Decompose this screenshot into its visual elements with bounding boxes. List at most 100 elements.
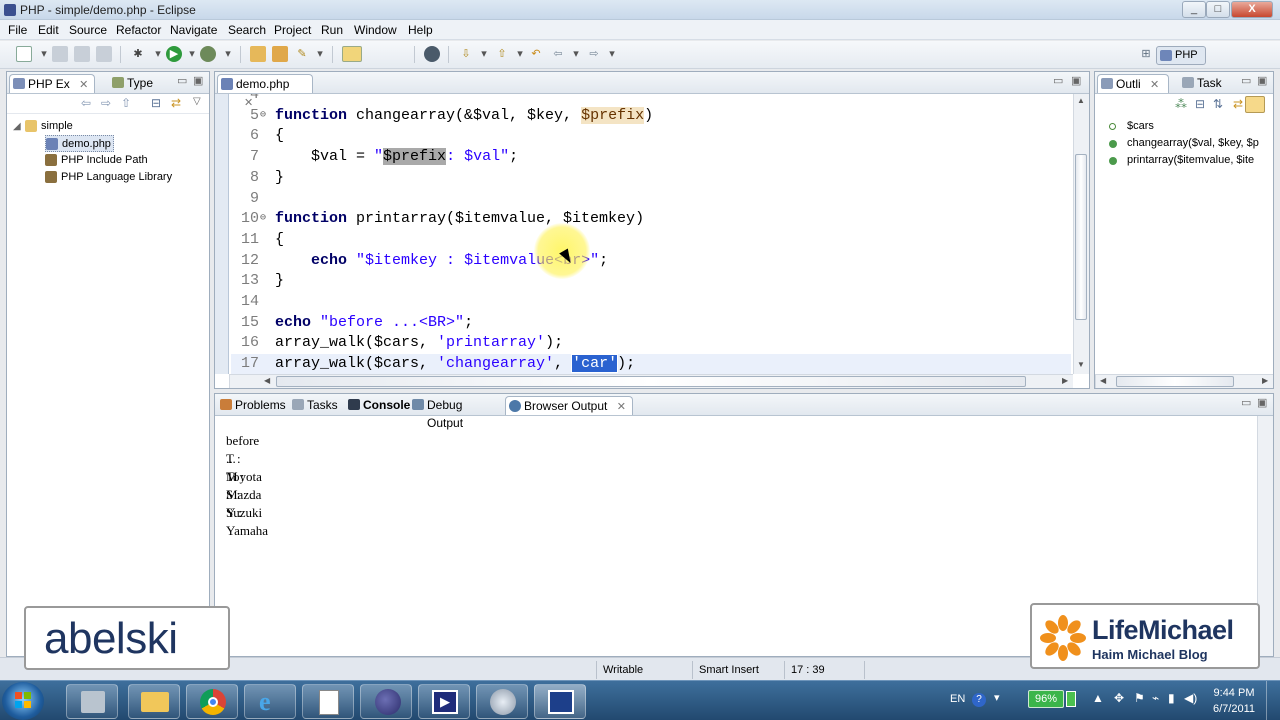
link-with-editor-icon[interactable]: ⇄ xyxy=(171,96,181,110)
language-indicator[interactable]: EN xyxy=(950,693,965,705)
maximize-view-icon[interactable]: ▣ xyxy=(1257,74,1267,87)
menu-source[interactable]: Source xyxy=(69,23,107,37)
show-desktop-button[interactable] xyxy=(1266,681,1280,720)
close-tab-icon[interactable]: ✕ xyxy=(79,79,88,91)
taskbar-eclipse-button[interactable] xyxy=(360,684,412,719)
menu-search[interactable]: Search xyxy=(228,23,266,37)
close-tab-icon[interactable]: ✕ xyxy=(1150,79,1159,91)
outline-item-cars[interactable]: $cars xyxy=(1109,118,1154,135)
new-class-icon[interactable]: ✎ xyxy=(294,46,310,62)
taskbar-media-button[interactable]: ▶ xyxy=(418,684,470,719)
back-icon[interactable]: ⇦ xyxy=(550,46,566,62)
tab-debug-output[interactable]: Debug Output xyxy=(409,396,503,430)
code-line[interactable]: 17 array_walk($cars, 'changearray', 'car'… xyxy=(231,354,1071,374)
tab-browser-output[interactable]: Browser Output ✕ xyxy=(505,396,633,415)
code-line[interactable]: 10 ⊖ function printarray($itemvalue, $item… xyxy=(231,209,1071,230)
tab-tasks[interactable]: Tasks xyxy=(289,396,343,415)
tab-problems[interactable]: Problems xyxy=(217,396,287,415)
menu-project[interactable]: Project xyxy=(274,23,311,37)
tab-type-hierarchy[interactable]: Type xyxy=(109,74,169,93)
collapse-arrow-icon[interactable]: ◢ xyxy=(13,118,21,135)
open-perspective-icon[interactable]: ⊞ xyxy=(1138,46,1154,62)
maximize-view-icon[interactable]: ▣ xyxy=(1071,74,1081,87)
collapse-all-icon[interactable]: ⊟ xyxy=(1195,97,1205,111)
show-groups-icon[interactable] xyxy=(1245,96,1265,113)
scroll-right-arrow-icon[interactable]: ▶ xyxy=(1062,376,1068,385)
editor-horizontal-scrollbar[interactable]: ◀ ▶ xyxy=(229,374,1073,388)
save-all-icon[interactable] xyxy=(74,46,90,62)
code-line[interactable]: 5 ⊖ function changearray(&$val, $key, $pre… xyxy=(231,106,1071,127)
code-line[interactable]: 14 xyxy=(231,292,1071,313)
minimize-view-icon[interactable]: ▭ xyxy=(1241,74,1251,87)
scroll-thumb[interactable] xyxy=(1116,376,1234,387)
code-line[interactable]: 13} xyxy=(231,271,1071,292)
taskbar-clock-button[interactable] xyxy=(476,684,528,719)
forward-icon[interactable]: ⇨ xyxy=(101,96,111,110)
scroll-down-arrow-icon[interactable]: ▼ xyxy=(1077,360,1085,369)
fold-toggle-icon[interactable]: ⊖ xyxy=(260,209,266,230)
new-icon[interactable] xyxy=(16,46,32,62)
taskbar-folder-button[interactable] xyxy=(128,684,180,719)
tray-arrow-icon[interactable]: ▾ xyxy=(994,691,1000,704)
outline-item-printarray[interactable]: printarray($itemvalue, $ite xyxy=(1109,152,1254,169)
scroll-left-arrow-icon[interactable]: ◀ xyxy=(1100,376,1106,385)
tree-item-include-path[interactable]: PHP Include Path xyxy=(45,152,148,169)
open-folder-icon[interactable] xyxy=(272,46,288,62)
code-line[interactable]: 7 $val = "$prefix: $val"; xyxy=(231,147,1071,168)
scroll-thumb[interactable] xyxy=(1075,154,1087,320)
dropdown-arrow-icon[interactable]: ▾ xyxy=(184,46,200,62)
code-line[interactable]: 11 { xyxy=(231,230,1071,251)
outline-horizontal-scrollbar[interactable]: ◀ ▶ xyxy=(1095,374,1273,388)
external-tools-icon[interactable] xyxy=(200,46,216,62)
tab-console[interactable]: Console xyxy=(345,396,410,415)
taskbar-explorer-button[interactable] xyxy=(66,684,118,719)
open-type-icon[interactable] xyxy=(342,46,362,62)
back-icon[interactable]: ⇦ xyxy=(81,96,91,110)
scroll-left-arrow-icon[interactable]: ◀ xyxy=(264,376,270,385)
help-icon[interactable]: ? xyxy=(972,693,986,707)
up-icon[interactable]: ⇧ xyxy=(121,96,131,110)
print-icon[interactable] xyxy=(96,46,112,62)
code-area[interactable]: 4 5 ⊖ function changearray(&$val, $key, $pr… xyxy=(231,94,1071,374)
hide-fields-icon[interactable]: ⁂ xyxy=(1175,97,1187,111)
volume-icon[interactable]: ◀) xyxy=(1184,691,1197,705)
tree-item-demo-php[interactable]: demo.php xyxy=(45,135,114,152)
maximize-button[interactable]: □ xyxy=(1206,1,1230,18)
battery-icon[interactable] xyxy=(1066,691,1076,707)
dropdown-arrow-icon[interactable]: ▾ xyxy=(150,46,166,62)
taskbar-odf-button[interactable] xyxy=(302,684,354,719)
minimize-button[interactable]: _ xyxy=(1182,1,1206,18)
code-line[interactable]: 8} xyxy=(231,168,1071,189)
action-center-icon[interactable]: ⚑ xyxy=(1134,691,1145,705)
previous-annotation-icon[interactable]: ⇧ xyxy=(494,46,510,62)
network-icon[interactable]: ▮ xyxy=(1168,691,1175,705)
clock-date[interactable]: 6/7/2011 xyxy=(1210,703,1258,715)
taskbar-chrome-button[interactable] xyxy=(186,684,238,719)
php-explorer-icon[interactable] xyxy=(424,46,440,62)
menu-edit[interactable]: Edit xyxy=(38,23,59,37)
power-icon[interactable]: ⌁ xyxy=(1152,691,1159,705)
menu-navigate[interactable]: Navigate xyxy=(170,23,217,37)
debug-icon[interactable]: ✱ xyxy=(130,46,146,62)
scroll-right-arrow-icon[interactable]: ▶ xyxy=(1262,376,1268,385)
new-project-icon[interactable] xyxy=(250,46,266,62)
minimize-view-icon[interactable]: ▭ xyxy=(1053,74,1063,87)
menu-help[interactable]: Help xyxy=(408,23,433,37)
minimize-view-icon[interactable]: ▭ xyxy=(177,74,187,87)
run-icon[interactable]: ▶ xyxy=(166,46,182,62)
menu-run[interactable]: Run xyxy=(321,23,343,37)
scroll-up-arrow-icon[interactable]: ▲ xyxy=(1077,96,1085,105)
forward-icon[interactable]: ⇨ xyxy=(586,46,602,62)
maximize-view-icon[interactable]: ▣ xyxy=(193,74,203,87)
tree-item-project[interactable]: ◢ simple xyxy=(13,118,73,135)
dropdown-arrow-icon[interactable]: ▾ xyxy=(220,46,236,62)
menu-window[interactable]: Window xyxy=(354,23,397,37)
tab-outline[interactable]: Outli ✕ xyxy=(1097,74,1169,93)
tab-php-explorer[interactable]: PHP Ex ✕ xyxy=(9,74,95,93)
dropdown-arrow-icon[interactable]: ▾ xyxy=(476,46,492,62)
tab-tasks[interactable]: Task xyxy=(1179,74,1235,93)
collapse-all-icon[interactable]: ⊟ xyxy=(151,96,161,110)
outline-item-changearray[interactable]: changearray($val, $key, $p xyxy=(1109,135,1259,152)
dropdown-arrow-icon[interactable]: ▾ xyxy=(512,46,528,62)
editor-vertical-scrollbar[interactable]: ▲ ▼ xyxy=(1073,94,1089,374)
